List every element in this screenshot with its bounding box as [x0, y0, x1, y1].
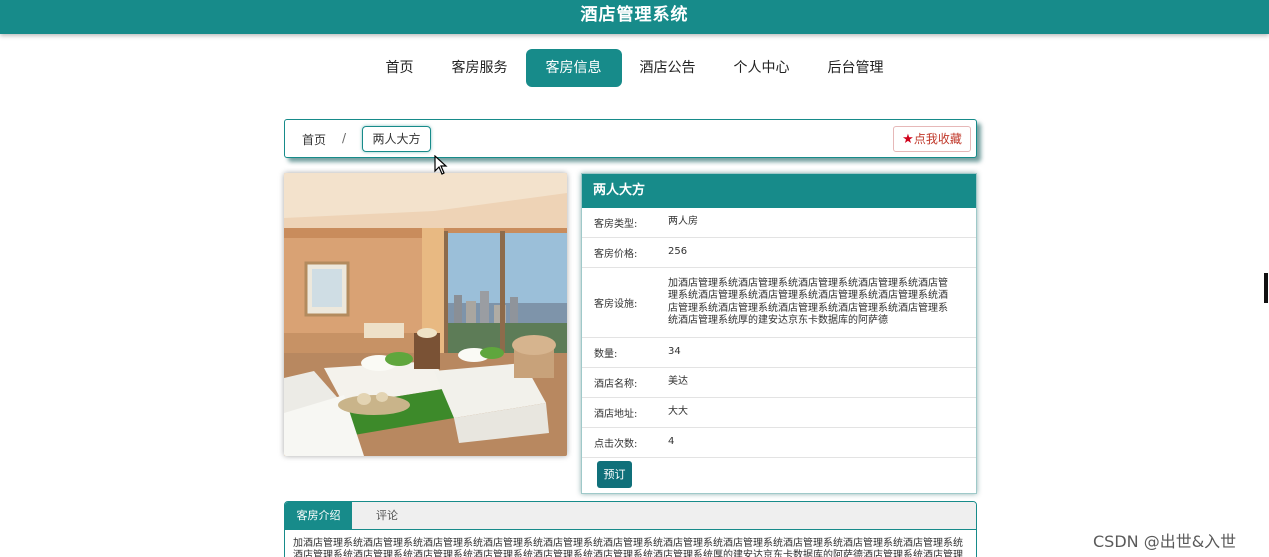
breadcrumb-home-link[interactable]: 首页: [302, 131, 326, 148]
field-value: 34: [668, 346, 681, 358]
app-header: 酒店管理系统: [0, 0, 1269, 34]
breadcrumb-separator: /: [342, 131, 347, 145]
field-value: 美达: [668, 376, 688, 388]
watermark: CSDN @出世&入世: [1093, 532, 1237, 551]
nav-item-announcements[interactable]: 酒店公告: [620, 49, 716, 87]
breadcrumb: 首页 / 两人大方 ★点我收藏: [284, 119, 977, 158]
field-row-quantity: 数量: 34: [582, 338, 976, 368]
nav-item-room-service[interactable]: 客房服务: [432, 49, 528, 87]
room-name-heading: 两人大方: [582, 174, 976, 208]
field-row-facilities: 客房设施: 加酒店管理系统酒店管理系统酒店管理系统酒店管理系统酒店管理系统酒店管…: [582, 268, 976, 338]
field-label: 数量:: [594, 349, 618, 360]
app-title: 酒店管理系统: [580, 5, 689, 25]
field-value: 4: [668, 436, 675, 448]
tab-comments[interactable]: 评论: [365, 502, 409, 530]
favorite-button[interactable]: ★点我收藏: [893, 126, 971, 152]
room-intro-text: 加酒店管理系统酒店管理系统酒店管理系统酒店管理系统酒店管理系统酒店管理系统酒店管…: [293, 538, 963, 557]
field-label: 酒店名称:: [594, 379, 638, 390]
room-detail-panel: 两人大方 客房类型: 两人房 客房价格: 256 客房设施: 加酒店管理系统酒店…: [581, 173, 977, 494]
breadcrumb-current[interactable]: 两人大方: [362, 126, 431, 152]
main-nav: 首页 客房服务 客房信息 酒店公告 个人中心 后台管理: [0, 49, 1269, 89]
nav-item-admin[interactable]: 后台管理: [808, 49, 904, 87]
field-row-click-count: 点击次数: 4: [582, 428, 976, 458]
book-button[interactable]: 预订: [597, 461, 632, 488]
field-label: 客房类型:: [594, 219, 638, 230]
tab-room-intro[interactable]: 客房介绍: [285, 502, 352, 530]
field-value: 两人房: [668, 216, 698, 228]
field-label: 客房设施:: [594, 299, 638, 310]
favorite-label: 点我收藏: [913, 132, 962, 146]
field-row-price: 客房价格: 256: [582, 238, 976, 268]
field-label: 客房价格:: [594, 249, 638, 260]
room-photo: [284, 173, 567, 456]
field-row-hotel-address: 酒店地址: 大大: [582, 398, 976, 428]
mouse-cursor-icon: [434, 154, 448, 179]
field-label: 点击次数:: [594, 439, 638, 450]
field-row-room-type: 客房类型: 两人房: [582, 208, 976, 238]
room-tabs: 客房介绍 评论 加酒店管理系统酒店管理系统酒店管理系统酒店管理系统酒店管理系统酒…: [284, 501, 977, 557]
room-photo-image: [284, 173, 567, 456]
field-value: 256: [668, 246, 688, 258]
field-value: 加酒店管理系统酒店管理系统酒店管理系统酒店管理系统酒店管理系统酒店管理系统酒店管…: [668, 277, 948, 327]
nav-item-personal-center[interactable]: 个人中心: [714, 49, 810, 87]
nav-item-home[interactable]: 首页: [366, 49, 434, 87]
star-icon: ★: [902, 132, 914, 147]
field-row-hotel-name: 酒店名称: 美达: [582, 368, 976, 398]
nav-item-room-info[interactable]: 客房信息: [525, 49, 622, 87]
field-label: 酒店地址:: [594, 409, 638, 420]
edge-marker: [1264, 273, 1268, 303]
tab-strip: 客房介绍 评论: [285, 502, 976, 530]
field-value: 大大: [668, 406, 688, 418]
